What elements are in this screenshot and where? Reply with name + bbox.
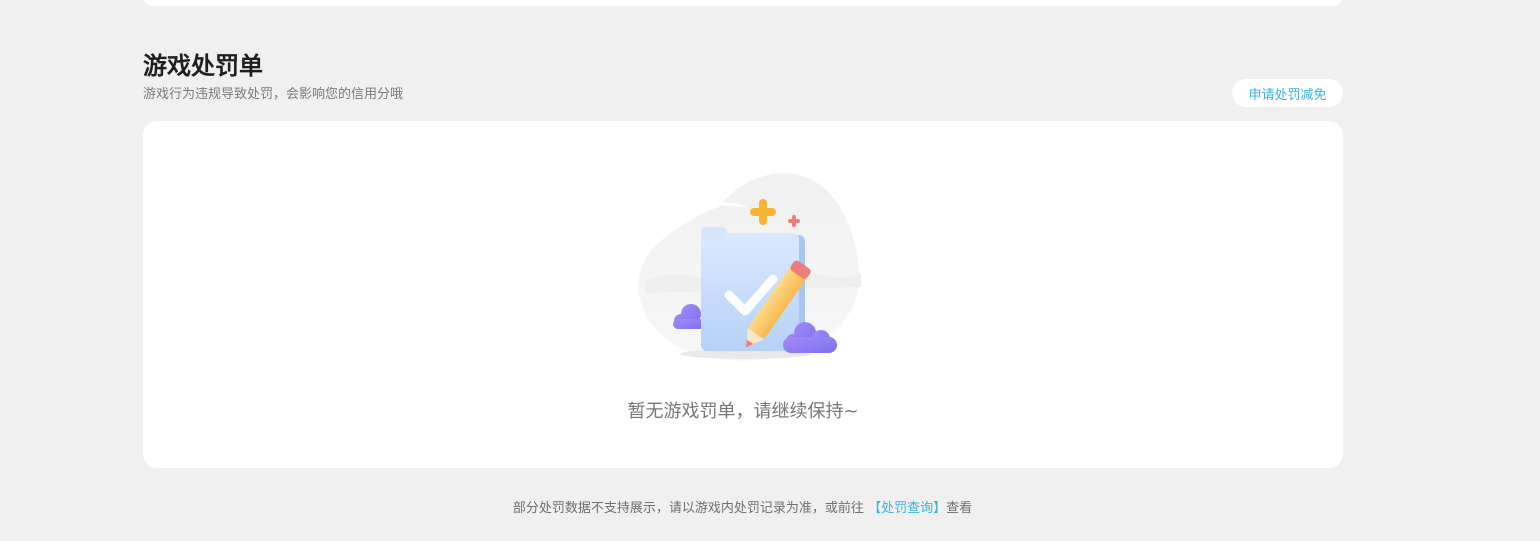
section-subtitle: 游戏行为违规导致处罚，会影响您的信用分哦 bbox=[143, 87, 404, 102]
footer-note: 部分处罚数据不支持展示，请以游戏内处罚记录为准，或前往 【处罚查询】查看 bbox=[0, 499, 1485, 519]
footer-note-text: 部分处罚数据不支持展示，请以游戏内处罚记录为准，或前往 bbox=[512, 501, 864, 516]
penalty-list-card: 暂无游戏罚单，请继续保持~ bbox=[143, 121, 1343, 468]
footer-note-suffix: 查看 bbox=[946, 501, 973, 516]
section-title: 游戏处罚单 bbox=[143, 52, 263, 80]
empty-state-message: 暂无游戏罚单，请继续保持~ bbox=[627, 401, 859, 422]
apply-penalty-relief-button[interactable]: 申请处罚减免 bbox=[1232, 79, 1343, 107]
empty-checklist-icon bbox=[638, 173, 861, 361]
previous-section-card bbox=[143, 0, 1343, 6]
penalty-query-link[interactable]: 【处罚查询】 bbox=[868, 501, 946, 516]
